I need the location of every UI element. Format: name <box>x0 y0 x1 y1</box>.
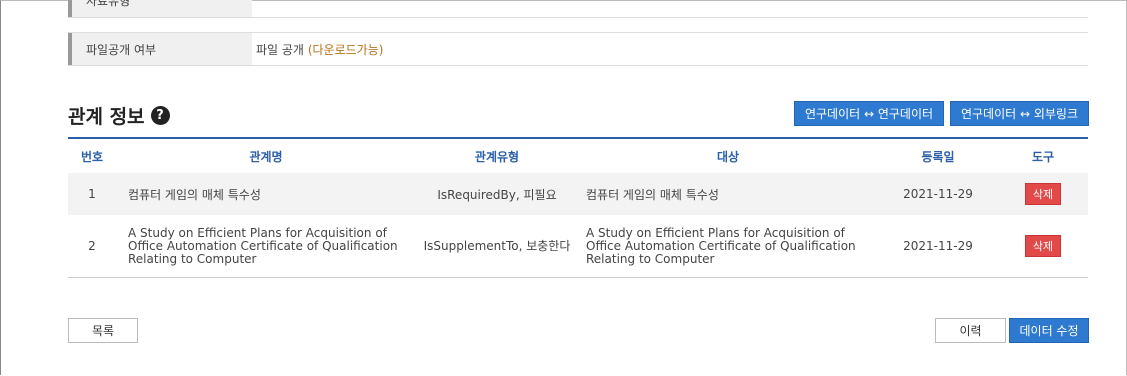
row-no: 2 <box>88 239 96 253</box>
list-button[interactable]: 목록 <box>68 318 138 343</box>
help-icon[interactable]: ? <box>150 106 170 125</box>
header-tool: 도구 <box>1031 149 1055 164</box>
row-target: 컴퓨터 게임의 매체 특수성 <box>586 187 719 202</box>
history-button[interactable]: 이력 <box>935 318 1006 343</box>
row-date: 2021-11-29 <box>903 239 973 253</box>
info-label-file: 파일공개 여부 <box>68 33 252 65</box>
info-row-file-public: 파일공개 여부 파일 공개 (다운로드가능) <box>68 32 1088 66</box>
row-name: 컴퓨터 게임의 매체 특수성 <box>128 187 261 202</box>
file-download-note: (다운로드가능) <box>307 42 384 57</box>
info-label: 자료유형 <box>68 0 252 17</box>
header-date: 등록일 <box>921 149 955 164</box>
delete-button[interactable]: 삭제 <box>1025 183 1061 205</box>
row-type: IsSupplementTo, 보충한다 <box>423 238 571 253</box>
header-no: 번호 <box>80 149 104 164</box>
row-name: A Study on Efficient Plans for Acquisiti… <box>128 225 398 266</box>
relation-section-title: 관계 정보 ? <box>68 102 170 129</box>
row-date: 2021-11-29 <box>903 187 973 201</box>
header-name: 관계명 <box>249 149 283 164</box>
edit-data-button[interactable]: 데이터 수정 <box>1009 318 1089 343</box>
row-no: 1 <box>88 187 96 201</box>
row-type: IsRequiredBy, 피필요 <box>437 187 557 202</box>
table-header-row: 번호 관계명 관계유형 대상 등록일 도구 <box>68 139 1088 173</box>
table-row: 2 A Study on Efficient Plans for Acquisi… <box>68 215 1088 277</box>
add-data-link-relation-button[interactable]: 연구데이터 ↔ 외부링크 <box>950 101 1089 126</box>
header-type: 관계유형 <box>474 149 520 164</box>
row-tool: 삭제 <box>998 183 1088 205</box>
row-target: A Study on Efficient Plans for Acquisiti… <box>586 225 856 266</box>
info-row-type: 자료유형 <box>68 0 1088 18</box>
add-data-data-relation-button[interactable]: 연구데이터 ↔ 연구데이터 <box>794 101 944 126</box>
delete-button[interactable]: 삭제 <box>1025 235 1061 257</box>
info-value-file: 파일 공개 (다운로드가능) <box>252 41 383 58</box>
relation-table: 번호 관계명 관계유형 대상 등록일 도구 1 컴퓨터 게임의 매체 특수성 I… <box>68 137 1088 278</box>
table-row: 1 컴퓨터 게임의 매체 특수성 IsRequiredBy, 피필요 컴퓨터 게… <box>68 173 1088 215</box>
relation-title-text: 관계 정보 <box>68 106 145 128</box>
header-target: 대상 <box>716 149 740 164</box>
file-public-value: 파일 공개 <box>256 42 304 57</box>
row-tool: 삭제 <box>998 235 1088 257</box>
